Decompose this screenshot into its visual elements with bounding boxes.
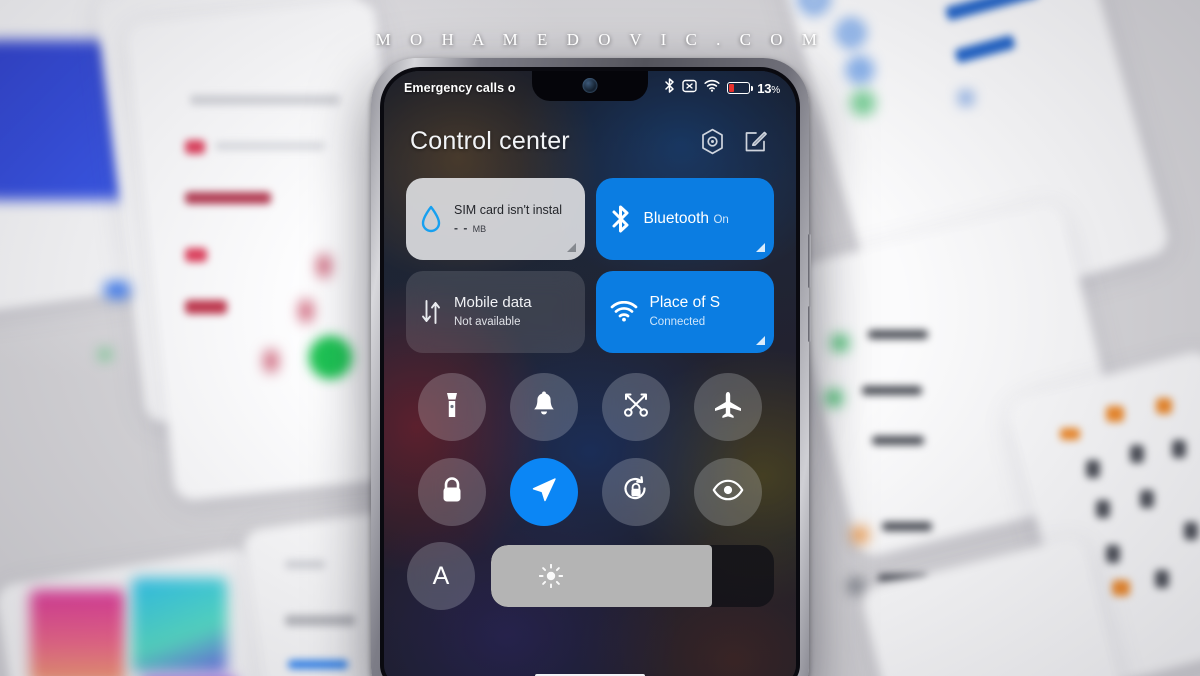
rotation-lock-icon — [621, 475, 651, 510]
tile-text: Place of S Connected — [650, 294, 761, 331]
toggle-reading-mode[interactable] — [694, 458, 762, 526]
tile-text: Bluetooth On — [644, 210, 761, 229]
data-usage-value: - - — [454, 221, 469, 235]
brightness-row: A — [406, 542, 774, 610]
power-button[interactable] — [808, 306, 811, 342]
expand-corner-icon[interactable] — [756, 336, 765, 345]
toggle-location[interactable] — [510, 458, 578, 526]
expand-corner-icon[interactable] — [756, 243, 765, 252]
airplane-icon — [713, 390, 743, 425]
tile-text: SIM card isn't instal - - MB — [454, 201, 571, 237]
screenshot-root: M O H A M E D O V I C . C O M Emergency … — [0, 0, 1200, 676]
phone-screen: Emergency calls o 13% Control center SIM… — [384, 71, 796, 676]
auto-brightness-toggle[interactable]: A — [407, 542, 475, 610]
tile-data-usage[interactable]: SIM card isn't instal - - MB — [406, 178, 585, 260]
status-icons: 13% — [664, 78, 780, 98]
toggle-ringer[interactable] — [510, 373, 578, 441]
edit-icon[interactable] — [743, 129, 768, 154]
tile-label: Mobile data — [454, 294, 532, 311]
phone-device: Emergency calls o 13% Control center SIM… — [371, 58, 811, 676]
phone-bezel: Emergency calls o 13% Control center SIM… — [380, 67, 800, 676]
sim-off-icon — [682, 79, 697, 98]
carrier-label: Emergency calls o — [404, 81, 516, 95]
screenshot-icon — [622, 391, 650, 424]
header-actions — [700, 128, 768, 155]
volume-button[interactable] — [808, 234, 811, 288]
toggle-airplane-mode[interactable] — [694, 373, 762, 441]
data-arrows-icon — [420, 298, 442, 326]
battery-icon — [727, 82, 754, 94]
site-watermark: M O H A M E D O V I C . C O M — [375, 30, 825, 49]
toggle-grid — [406, 373, 774, 526]
battery-percent-label: 13% — [757, 81, 780, 96]
tile-wifi[interactable]: Place of S Connected — [595, 271, 774, 353]
sun-icon — [538, 563, 564, 589]
water-drop-icon — [420, 205, 442, 233]
toggle-flashlight[interactable] — [418, 373, 486, 441]
tile-label: SIM card isn't instal — [454, 203, 562, 217]
brightness-slider-fill — [491, 545, 712, 607]
quick-tiles-grid: SIM card isn't instal - - MB Bluetooth O… — [406, 178, 774, 353]
status-bar: Emergency calls o 13% — [384, 71, 796, 105]
tile-subtext: Not available — [454, 316, 521, 328]
bell-icon — [530, 390, 558, 425]
tile-label: Place of S — [649, 293, 721, 311]
control-center-header: Control center — [406, 127, 774, 156]
tile-label: Bluetooth — [643, 209, 710, 227]
battery-percent-unit: % — [771, 84, 780, 96]
lock-icon — [439, 475, 465, 510]
battery-percent-value: 13 — [757, 80, 772, 96]
location-arrow-icon — [529, 475, 559, 510]
page-title: Control center — [410, 127, 570, 155]
tile-mobile-data[interactable]: Mobile data Not available — [406, 271, 585, 353]
toggle-auto-rotate[interactable] — [602, 458, 670, 526]
eye-icon — [712, 479, 744, 506]
tile-subtext: Connected — [649, 316, 706, 329]
tile-subtext: - - MB — [454, 221, 486, 235]
wifi-icon — [610, 300, 638, 323]
expand-corner-icon[interactable] — [566, 243, 576, 252]
tile-bluetooth[interactable]: Bluetooth On — [595, 178, 774, 260]
toggle-screenshot[interactable] — [602, 373, 670, 441]
control-center-panel: Control center SIM card isn't instal - -… — [384, 105, 796, 676]
bluetooth-icon — [610, 204, 632, 234]
data-usage-unit: MB — [472, 224, 487, 234]
tile-text: Mobile data Not available — [454, 294, 571, 330]
bluetooth-icon — [664, 78, 675, 98]
auto-brightness-label: A — [432, 561, 450, 590]
wifi-icon — [704, 79, 720, 97]
tile-subtext: On — [713, 213, 729, 226]
settings-hex-icon[interactable] — [700, 128, 725, 155]
flashlight-icon — [439, 390, 465, 425]
toggle-screen-lock[interactable] — [418, 458, 486, 526]
brightness-slider[interactable] — [491, 545, 774, 607]
